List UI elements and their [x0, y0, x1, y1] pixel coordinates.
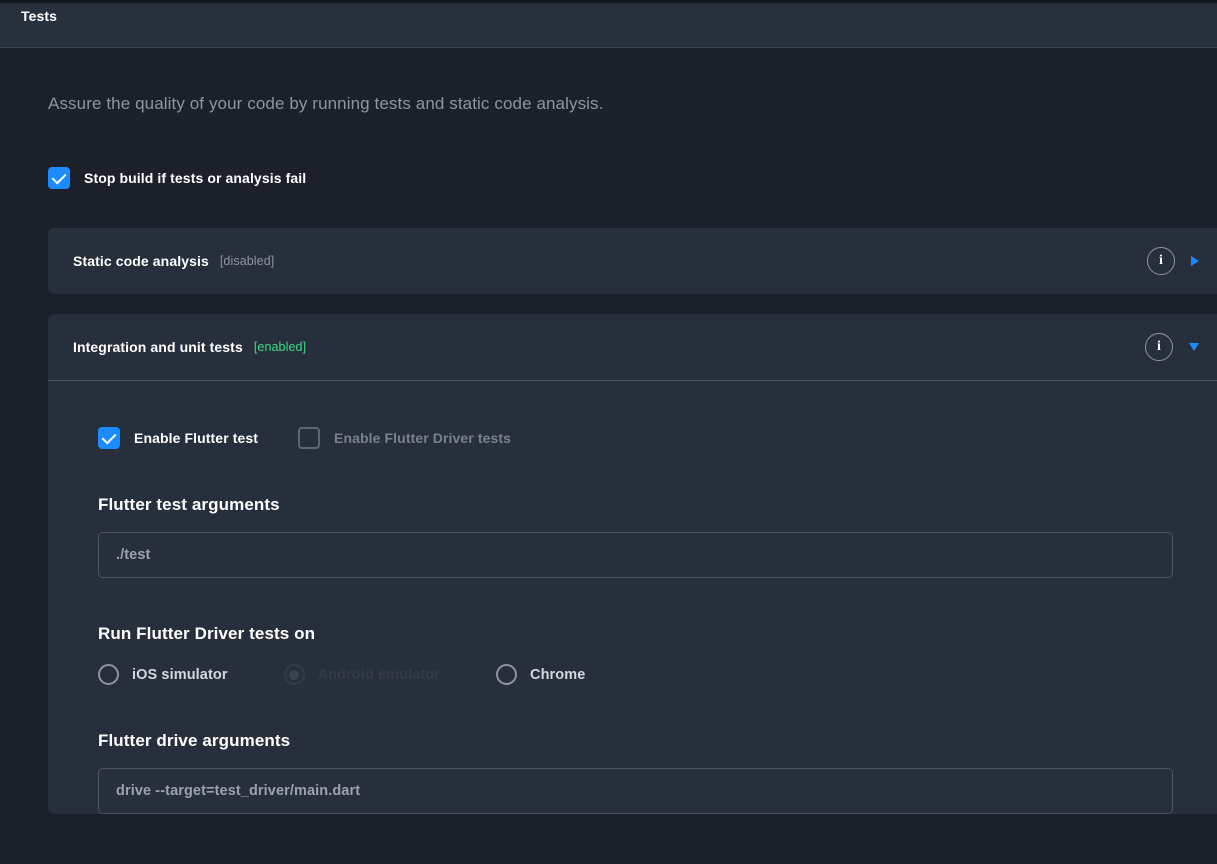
enable-flutter-test-checkbox[interactable] [98, 427, 120, 449]
radio-label-ios-simulator: iOS simulator [132, 666, 228, 683]
radio-ios-simulator[interactable] [98, 664, 119, 685]
radio-item-android-emulator: Android emulator [283, 664, 441, 685]
section-body-integration-and-unit-tests: Enable Flutter test Enable Flutter Drive… [48, 381, 1217, 814]
enable-flutter-driver-tests-checkbox[interactable] [298, 427, 321, 449]
section-actions-static-code-analysis: i [1147, 247, 1199, 275]
run-driver-tests-on-radio-group: iOS simulator Android emulator Chrome [98, 664, 1217, 685]
page-description: Assure the quality of your code by runni… [48, 94, 604, 113]
section-title-static-code-analysis: Static code analysis [73, 253, 209, 269]
section-static-code-analysis[interactable]: Static code analysis [disabled] i [48, 228, 1217, 294]
flutter-test-arguments-input[interactable] [98, 532, 1173, 578]
stop-build-checkbox-row[interactable]: Stop build if tests or analysis fail [48, 167, 1217, 189]
info-icon[interactable]: i [1147, 247, 1175, 275]
test-type-checkbox-group: Enable Flutter test Enable Flutter Drive… [98, 427, 1217, 449]
section-state-static-code-analysis: [disabled] [219, 254, 275, 268]
enable-flutter-driver-tests-row[interactable]: Enable Flutter Driver tests [298, 427, 511, 449]
page-header: Tests [0, 3, 1217, 48]
section-header-static-code-analysis[interactable]: Static code analysis [disabled] i [48, 228, 1217, 294]
stop-build-label: Stop build if tests or analysis fail [84, 170, 307, 186]
radio-label-chrome: Chrome [530, 666, 586, 683]
section-integration-and-unit-tests[interactable]: Integration and unit tests [enabled] i E… [48, 314, 1217, 814]
radio-label-android-emulator: Android emulator [317, 666, 441, 683]
enable-flutter-test-row[interactable]: Enable Flutter test [98, 427, 258, 449]
run-flutter-driver-tests-on-label: Run Flutter Driver tests on [98, 624, 316, 643]
page-content: Assure the quality of your code by runni… [0, 48, 1217, 864]
flutter-drive-arguments-input[interactable] [98, 768, 1173, 814]
section-state-integration-and-unit-tests: [enabled] [253, 340, 307, 354]
enable-flutter-driver-tests-label: Enable Flutter Driver tests [334, 430, 512, 446]
radio-item-chrome[interactable]: Chrome [496, 664, 585, 685]
flutter-test-arguments-label: Flutter test arguments [98, 495, 280, 514]
section-title-integration-and-unit-tests: Integration and unit tests [73, 339, 243, 355]
info-icon[interactable]: i [1145, 333, 1173, 361]
section-actions-integration-and-unit-tests: i [1145, 333, 1199, 361]
chevron-down-icon[interactable] [1189, 343, 1199, 351]
section-header-integration-and-unit-tests[interactable]: Integration and unit tests [enabled] i [48, 314, 1217, 380]
stop-build-checkbox[interactable] [48, 167, 70, 189]
chevron-right-icon[interactable] [1191, 256, 1199, 266]
radio-android-emulator [283, 664, 305, 685]
flutter-drive-arguments-label: Flutter drive arguments [98, 731, 291, 750]
enable-flutter-test-label: Enable Flutter test [134, 430, 259, 446]
radio-chrome[interactable] [496, 664, 518, 685]
page-title: Tests [21, 8, 58, 24]
radio-item-ios-simulator[interactable]: iOS simulator [98, 664, 228, 685]
